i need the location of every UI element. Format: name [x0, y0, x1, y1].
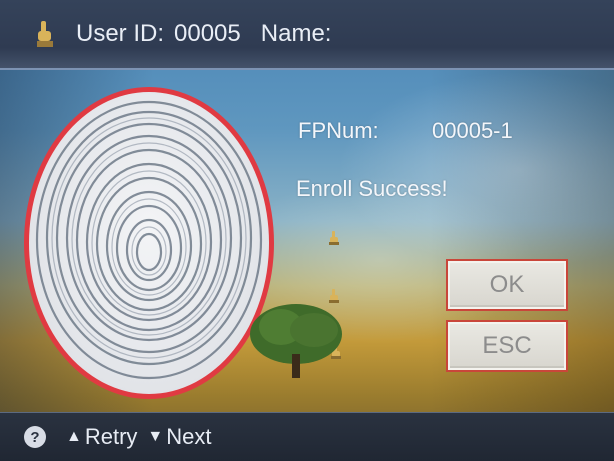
hand-icon [329, 231, 339, 245]
name-label: Name: [260, 20, 332, 47]
esc-button[interactable]: ESC [448, 322, 566, 370]
retry-hint: ▲ Retry [66, 424, 137, 450]
fingerprint-icon [35, 100, 263, 380]
status-message: Enroll Success! [296, 176, 448, 201]
next-hint: ▼ Next [147, 424, 211, 450]
fpnum-label: FPNum: [298, 118, 379, 143]
up-arrow-icon: ▲ [66, 428, 82, 445]
next-label: Next [166, 424, 212, 449]
hand-icon [37, 21, 53, 47]
user-id-value: 00005 [174, 20, 241, 47]
fpnum-value: 00005-1 [432, 118, 513, 143]
enroll-screen: User ID: 00005 Name: FPNum: 00005-1 Enro… [0, 0, 614, 461]
fingerprint-image [24, 87, 274, 399]
footer-bar: ? ▲ Retry ▼ Next [0, 412, 614, 461]
header-bar: User ID: 00005 Name: [0, 0, 614, 70]
ok-button[interactable]: OK [448, 261, 566, 309]
tree-decoration [250, 304, 342, 378]
retry-label: Retry [84, 424, 138, 449]
down-arrow-icon: ▼ [147, 428, 164, 445]
user-id-label: User ID: [76, 20, 165, 47]
question-icon: ? [24, 426, 46, 448]
